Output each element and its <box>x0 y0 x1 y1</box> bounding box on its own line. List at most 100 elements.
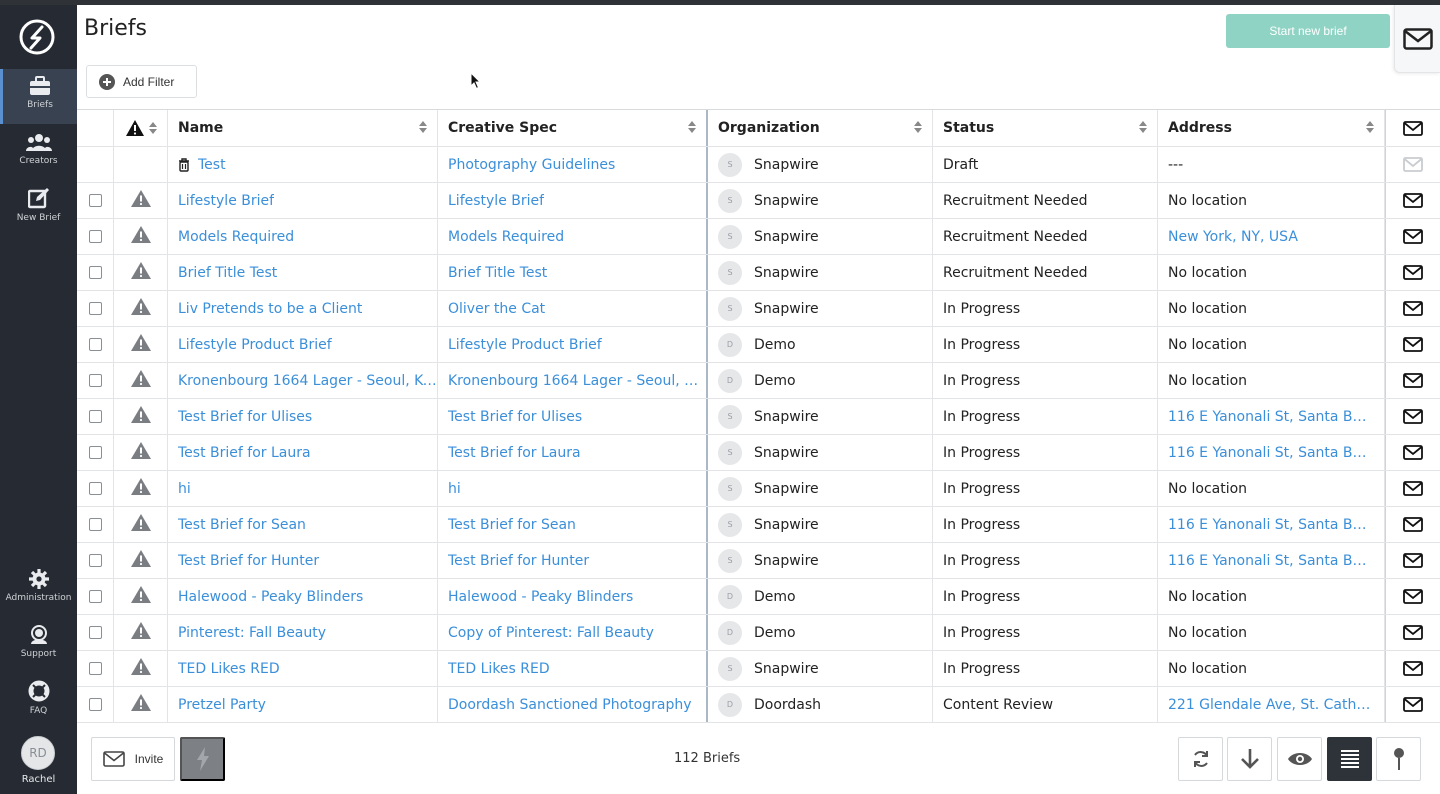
user-avatar[interactable]: RD <box>21 736 55 770</box>
column-header-address[interactable]: Address <box>1158 110 1385 146</box>
brief-name-link[interactable]: hi <box>178 481 191 497</box>
row-checkbox[interactable] <box>88 554 102 567</box>
brief-name-link[interactable]: Test <box>198 157 226 173</box>
envelope-icon[interactable] <box>1403 229 1423 244</box>
row-checkbox[interactable] <box>88 482 102 495</box>
brief-name-link[interactable]: Test Brief for Ulises <box>178 409 312 425</box>
table-row[interactable]: Test Brief for Laura Test Brief for Laura… <box>77 435 1440 471</box>
envelope-icon[interactable] <box>1403 157 1423 172</box>
creative-spec-link[interactable]: Lifestyle Brief <box>448 193 544 209</box>
sort-icon[interactable] <box>148 122 157 134</box>
creative-spec-link[interactable]: Photography Guidelines <box>448 157 615 173</box>
table-row[interactable]: Lifestyle Brief Lifestyle Brief S Snapwire R… <box>77 183 1440 219</box>
sidebar-item-briefs[interactable]: Briefs <box>0 69 77 124</box>
brief-name-link[interactable]: Models Required <box>178 229 294 245</box>
map-view-button[interactable] <box>1376 737 1421 781</box>
column-header-status[interactable]: Status <box>933 110 1158 146</box>
warning-column-header[interactable] <box>114 110 168 146</box>
envelope-icon[interactable] <box>1403 661 1423 676</box>
sort-icon[interactable] <box>1139 121 1147 133</box>
address-text[interactable]: 116 E Yanonali St, Santa Barba... <box>1168 445 1374 461</box>
creative-spec-link[interactable]: Lifestyle Product Brief <box>448 337 602 353</box>
brief-name-link[interactable]: Kronenbourg 1664 Lager - Seoul, Korea <box>178 373 437 389</box>
sort-icon[interactable] <box>419 121 427 133</box>
table-row[interactable]: Liv Pretends to be a Client Oliver the Ca… <box>77 291 1440 327</box>
row-checkbox[interactable] <box>88 374 102 387</box>
row-checkbox[interactable] <box>88 446 102 459</box>
creative-spec-link[interactable]: Oliver the Cat <box>448 301 545 317</box>
envelope-icon[interactable] <box>1403 301 1423 316</box>
row-checkbox[interactable] <box>88 302 102 315</box>
column-header-name[interactable]: Name <box>168 110 438 146</box>
row-checkbox[interactable] <box>88 230 102 243</box>
table-row[interactable]: Pretzel Party Doordash Sanctioned Photogr… <box>77 687 1440 722</box>
table-row[interactable]: Lifestyle Product Brief Lifestyle Product… <box>77 327 1440 363</box>
creative-spec-link[interactable]: Test Brief for Hunter <box>448 553 589 569</box>
row-checkbox[interactable] <box>88 698 102 711</box>
address-text[interactable]: 116 E Yanonali St, Santa Barba... <box>1168 553 1374 569</box>
envelope-icon[interactable] <box>1403 517 1423 532</box>
row-checkbox[interactable] <box>88 266 102 279</box>
trash-icon[interactable] <box>178 157 190 172</box>
column-header-organization[interactable]: Organization <box>708 110 933 146</box>
sidebar-item-new-brief[interactable]: New Brief <box>0 180 77 235</box>
address-text[interactable]: 116 E Yanonali St, Santa Barba... <box>1168 409 1374 425</box>
envelope-icon[interactable] <box>1403 373 1423 388</box>
envelope-icon[interactable] <box>1403 193 1423 208</box>
creative-spec-link[interactable]: TED Likes RED <box>448 661 550 677</box>
sort-icon[interactable] <box>688 121 696 133</box>
quick-action-button[interactable] <box>180 737 225 781</box>
creative-spec-link[interactable]: Copy of Pinterest: Fall Beauty <box>448 625 654 641</box>
row-checkbox[interactable] <box>88 338 102 351</box>
add-filter-button[interactable]: Add Filter <box>86 65 197 98</box>
creative-spec-link[interactable]: Halewood - Peaky Blinders <box>448 589 633 605</box>
list-view-button[interactable] <box>1327 737 1372 781</box>
invite-button[interactable]: Invite <box>91 737 175 781</box>
envelope-icon[interactable] <box>1403 337 1423 352</box>
envelope-icon[interactable] <box>1403 553 1423 568</box>
table-row[interactable]: Kronenbourg 1664 Lager - Seoul, Korea Kro… <box>77 363 1440 399</box>
envelope-icon[interactable] <box>1403 697 1423 712</box>
snapwire-logo[interactable] <box>18 18 56 56</box>
address-text[interactable]: 221 Glendale Ave, St. Cathari... <box>1168 697 1374 713</box>
sort-icon[interactable] <box>914 121 922 133</box>
envelope-icon[interactable] <box>1403 589 1423 604</box>
start-new-brief-button[interactable]: Start new brief <box>1226 14 1390 48</box>
address-text[interactable]: New York, NY, USA <box>1168 229 1298 245</box>
brief-name-link[interactable]: Lifestyle Brief <box>178 193 274 209</box>
envelope-icon[interactable] <box>1403 625 1423 640</box>
address-text[interactable]: 116 E Yanonali St, Santa Barba... <box>1168 517 1374 533</box>
brief-name-link[interactable]: Test Brief for Laura <box>178 445 311 461</box>
table-row[interactable]: TED Likes RED TED Likes RED S Snapwire In Pr… <box>77 651 1440 687</box>
brief-name-link[interactable]: TED Likes RED <box>178 661 280 677</box>
sidebar-item-creators[interactable]: Creators <box>0 125 77 180</box>
envelope-icon[interactable] <box>1403 481 1423 496</box>
messages-tab[interactable] <box>1394 5 1440 73</box>
table-row[interactable]: hi hi S Snapwire In Progress No location <box>77 471 1440 507</box>
table-row[interactable]: Pinterest: Fall Beauty Copy of Pinterest:… <box>77 615 1440 651</box>
table-row[interactable]: Test Photography Guidelines S Snapwire Draft… <box>77 147 1440 183</box>
row-checkbox[interactable] <box>88 410 102 423</box>
brief-name-link[interactable]: Test Brief for Sean <box>178 517 306 533</box>
table-row[interactable]: Test Brief for Hunter Test Brief for Hunt… <box>77 543 1440 579</box>
envelope-icon[interactable] <box>1403 445 1423 460</box>
table-row[interactable]: Brief Title Test Brief Title Test S Snapwir… <box>77 255 1440 291</box>
creative-spec-link[interactable]: Test Brief for Sean <box>448 517 576 533</box>
brief-name-link[interactable]: Brief Title Test <box>178 265 277 281</box>
creative-spec-link[interactable]: Test Brief for Laura <box>448 445 581 461</box>
creative-spec-link[interactable]: Kronenbourg 1664 Lager - Seoul, Korea <box>448 373 706 389</box>
view-button[interactable] <box>1277 737 1322 781</box>
sidebar-item-administration[interactable]: Administration <box>0 562 77 617</box>
message-all-header[interactable] <box>1385 110 1440 146</box>
sidebar-item-support[interactable]: Support <box>0 618 77 673</box>
sort-icon[interactable] <box>1366 121 1374 133</box>
brief-name-link[interactable]: Lifestyle Product Brief <box>178 337 332 353</box>
creative-spec-link[interactable]: hi <box>448 481 461 497</box>
table-row[interactable]: Models Required Models Required S Snapwire R… <box>77 219 1440 255</box>
envelope-icon[interactable] <box>1403 265 1423 280</box>
table-row[interactable]: Test Brief for Sean Test Brief for Sean S S… <box>77 507 1440 543</box>
creative-spec-link[interactable]: Test Brief for Ulises <box>448 409 582 425</box>
column-header-creative-spec[interactable]: Creative Spec <box>438 110 708 146</box>
brief-name-link[interactable]: Pretzel Party <box>178 697 266 713</box>
table-row[interactable]: Test Brief for Ulises Test Brief for Ulis… <box>77 399 1440 435</box>
